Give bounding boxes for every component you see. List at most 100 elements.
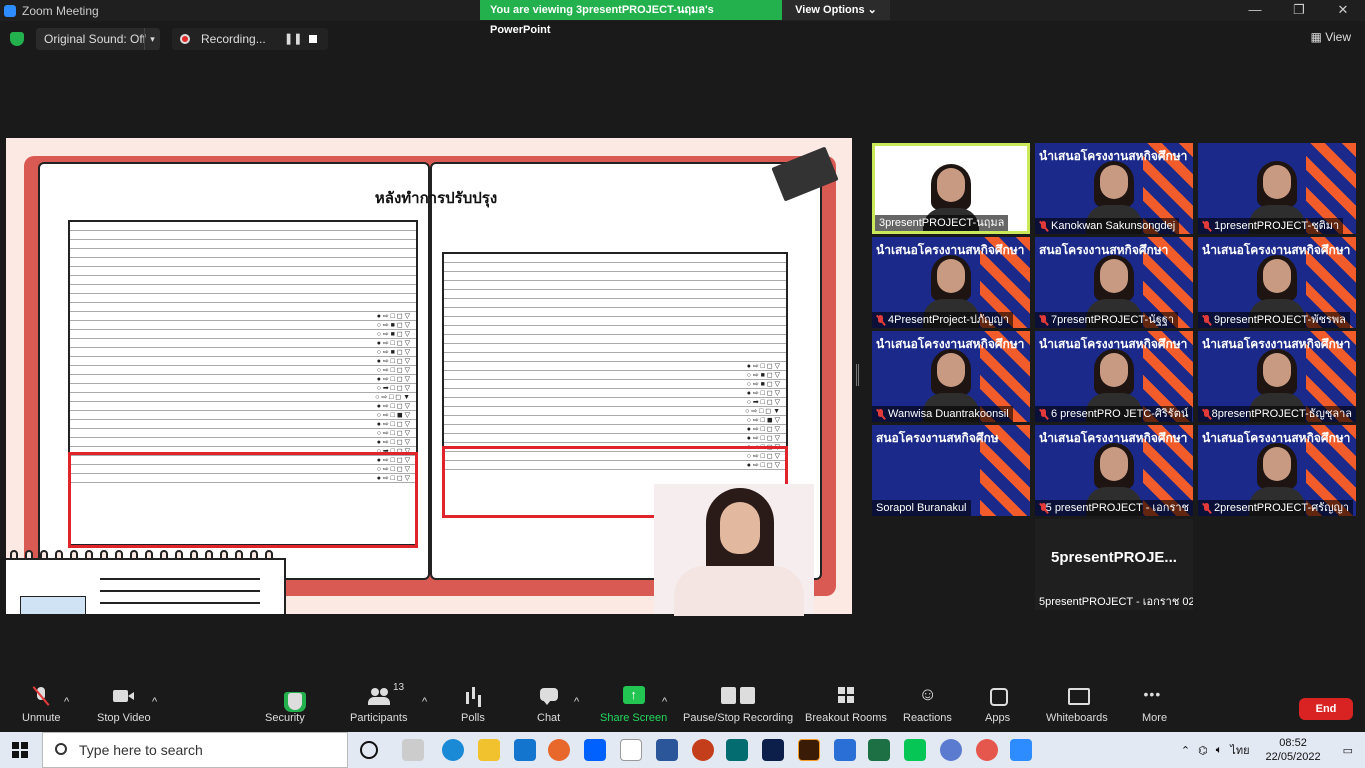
zoom-app-icon	[4, 4, 16, 17]
language-indicator[interactable]: ไทย	[1230, 741, 1249, 759]
chart-row: ○ ⇨ □ ◼ ▽	[70, 411, 416, 420]
tray-overflow-icon[interactable]: ⌃	[1181, 744, 1190, 757]
viewing-share-label: You are viewing 3presentPROJECT-นฤมล's P…	[480, 0, 782, 36]
chart-row: ○ ⇨ □ ◻ ▽	[70, 429, 416, 438]
end-meeting-button[interactable]: End	[1299, 698, 1353, 720]
participant-tile[interactable]: นำเสนอโครงงานสหกิจศึกษา 6 presentPRO JET…	[1035, 331, 1193, 422]
view-options-button[interactable]: View Options ⌄	[782, 0, 890, 20]
stop-video-button[interactable]: Stop Video	[97, 686, 151, 724]
chevron-down-icon[interactable]: ▾	[144, 28, 160, 50]
chart-row	[444, 281, 786, 290]
participant-tile[interactable]: นำเสนอโครงงานสหกิจศึกษา 4PresentProject-…	[872, 237, 1030, 328]
share-screen-label: Share Screen	[600, 712, 668, 724]
pause-icon[interactable]: ❚❚	[284, 28, 302, 50]
split-divider-handle[interactable]	[856, 364, 859, 386]
pause-stop-recording-button[interactable]: Pause/Stop Recording	[683, 686, 793, 724]
chart-row: ● ⇨ □ ◻ ▽	[444, 362, 786, 371]
zoom-taskbar-icon[interactable]	[1010, 739, 1032, 761]
muted-mic-icon	[1039, 220, 1048, 232]
meeting-topbar: Original Sound: Off ▾ Recording... ❚❚ ▦ …	[0, 26, 1365, 52]
tile-banner-text: สนอโครงงานสหกิจศึกษ	[876, 431, 999, 445]
apps-button[interactable]: Apps	[985, 686, 1010, 724]
network-icon[interactable]: ⌬	[1198, 744, 1208, 757]
encryption-shield-icon[interactable]	[10, 32, 24, 46]
volume-icon[interactable]: 🔈︎	[1216, 744, 1223, 757]
chevron-up-icon[interactable]: ^	[422, 696, 427, 708]
whiteboards-button[interactable]: Whiteboards	[1046, 686, 1108, 724]
publisher-icon[interactable]	[726, 739, 748, 761]
security-button[interactable]: Security	[265, 686, 306, 724]
file-explorer-icon[interactable]	[478, 739, 500, 761]
grid-icon: ▦	[1310, 30, 1326, 44]
notepad-photo-box	[20, 596, 86, 614]
participant-tile[interactable]: 1presentPROJECT-ชุติมา	[1198, 143, 1356, 234]
store-icon[interactable]	[834, 739, 856, 761]
chart-row	[444, 335, 786, 344]
unmute-button[interactable]: Unmute	[22, 686, 61, 724]
dropbox-icon[interactable]	[584, 739, 606, 761]
participant-tile[interactable]: สนอโครงงานสหกิจศึกษา 7presentPROJECT-นัฐ…	[1035, 237, 1193, 328]
task-view-icon[interactable]	[402, 739, 424, 761]
participant-tile[interactable]: นำเสนอโครงงานสหกิจศึกษา 8presentPROJECT-…	[1198, 331, 1356, 422]
chevron-up-icon[interactable]: ^	[64, 696, 69, 708]
participant-tile[interactable]: นำเสนอโครงงานสหกิจศึกษา Kanokwan Sakunso…	[1035, 143, 1193, 234]
participant-tile[interactable]: นำเสนอโครงงานสหกิจศึกษา Wanwisa Duantrak…	[872, 331, 1030, 422]
cortana-icon[interactable]	[360, 741, 378, 759]
chart-row	[70, 231, 416, 240]
view-button[interactable]: ▦ View	[1311, 30, 1351, 44]
chart-row	[70, 294, 416, 303]
notification-icon[interactable]: ▭	[1331, 744, 1365, 757]
maximize-icon[interactable]: ❐	[1277, 0, 1321, 20]
chevron-up-icon[interactable]: ^	[574, 696, 579, 708]
more-button[interactable]: More	[1142, 686, 1167, 724]
chevron-up-icon[interactable]: ^	[662, 696, 667, 708]
chart-row	[444, 308, 786, 317]
breakout-rooms-label: Breakout Rooms	[805, 712, 887, 724]
close-icon[interactable]: ✕	[1321, 0, 1365, 20]
participant-tile[interactable]: 5presentPROJE... 5presentPROJECT - เอกรา…	[1035, 519, 1193, 610]
participant-tile[interactable]: นำเสนอโครงงานสหกิจศึกษา 2presentPROJECT-…	[1198, 425, 1356, 516]
participant-tile[interactable]: สนอโครงงานสหกิจศึกษ Sorapol Buranakul	[872, 425, 1030, 516]
reactions-button[interactable]: Reactions	[903, 684, 952, 724]
globe-app-icon[interactable]	[940, 739, 962, 761]
photoshop-icon[interactable]	[762, 739, 784, 761]
word-icon[interactable]	[656, 739, 678, 761]
stop-icon[interactable]	[309, 35, 317, 43]
chart-row	[444, 290, 786, 299]
chart-row: ○ ⇨ ■ ◻ ▽	[444, 380, 786, 389]
illustrator-icon[interactable]	[798, 739, 820, 761]
participant-tile[interactable]: 3presentPROJECT-นฤมล	[872, 143, 1030, 234]
paint-app-icon[interactable]	[976, 739, 998, 761]
taskbar-search-box[interactable]: Type here to search	[42, 732, 348, 768]
chart-row: ○ ⇨ □ ◼ ▽	[444, 416, 786, 425]
participant-name: 6 presentPRO JETC-ศิริรัตน์	[1035, 406, 1193, 422]
mail-icon[interactable]	[514, 739, 536, 761]
edge-icon[interactable]	[442, 739, 464, 761]
breakout-rooms-button[interactable]: Breakout Rooms	[805, 686, 887, 724]
line-app-icon[interactable]	[904, 739, 926, 761]
minimize-icon[interactable]: —	[1233, 0, 1277, 20]
chat-button[interactable]: Chat	[537, 686, 560, 724]
recording-indicator: Recording... ❚❚	[172, 28, 328, 50]
muted-mic-icon	[1202, 502, 1211, 514]
windows-start-icon[interactable]	[12, 742, 28, 758]
taskbar-clock[interactable]: 08:52 22/05/2022	[1256, 736, 1331, 764]
participant-name: 4PresentProject-ปภัญญา	[872, 312, 1014, 328]
chart-row: ○ ⇨ ■ ◻ ▽	[70, 330, 416, 339]
powerpoint-icon[interactable]	[692, 739, 714, 761]
participant-tile[interactable]: นำเสนอโครงงานสหกิจศึกษา 5 presentPROJECT…	[1035, 425, 1193, 516]
chevron-up-icon[interactable]: ^	[152, 696, 157, 708]
amazon-icon[interactable]	[620, 739, 642, 761]
excel-icon[interactable]	[868, 739, 890, 761]
firefox-icon[interactable]	[548, 739, 570, 761]
presenter-video-overlay	[654, 484, 814, 616]
polls-button[interactable]: Polls	[461, 686, 485, 724]
share-screen-button[interactable]: Share Screen	[600, 686, 667, 724]
original-sound-button[interactable]: Original Sound: Off ▾	[36, 28, 160, 50]
muted-mic-icon	[1039, 502, 1046, 514]
participant-name: 1presentPROJECT-ชุติมา	[1198, 218, 1344, 234]
participant-tile[interactable]: นำเสนอโครงงานสหกิจศึกษา 9presentPROJECT-…	[1198, 237, 1356, 328]
muted-mic-icon	[30, 686, 52, 706]
polls-label: Polls	[461, 712, 485, 724]
whiteboard-icon	[1066, 686, 1090, 706]
